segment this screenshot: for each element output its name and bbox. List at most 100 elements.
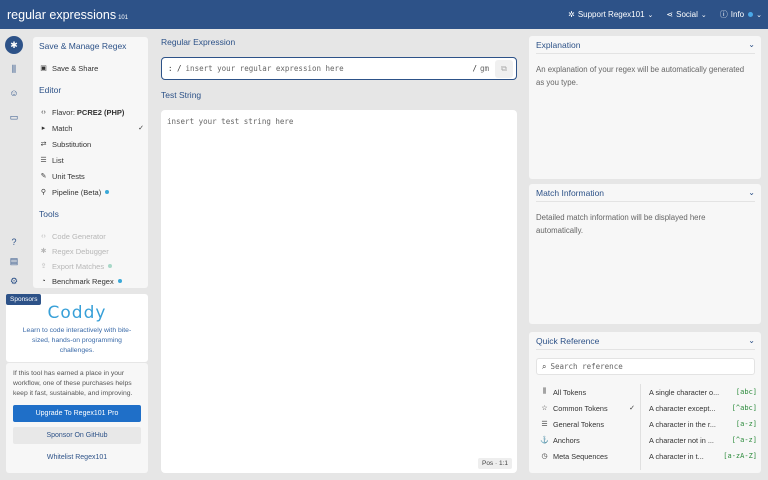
qr-category-label: Common Tokens (553, 403, 608, 413)
user-icon[interactable]: ☺ (5, 84, 23, 102)
sidebar-item-match[interactable]: ▸ Match ✓ (39, 121, 144, 135)
asterisk-icon[interactable]: ✱ (5, 36, 23, 54)
qr-token-row[interactable]: A character in t... [a-zA-Z] (649, 449, 757, 463)
test-string-input[interactable] (167, 117, 507, 457)
benchmark-label: Benchmark Regex (52, 276, 114, 286)
support-label: Support Regex101 (577, 10, 645, 19)
regex-debugger-label: Regex Debugger (52, 246, 109, 256)
info-button[interactable]: ⓘ Info ⌄ (720, 9, 762, 20)
qr-token-row[interactable]: A character except... [^abc] (649, 401, 757, 415)
sponsor-text: Learn to code interactively with bite-si… (22, 327, 132, 354)
tools-title: Tools (39, 209, 59, 219)
tool-benchmark-regex[interactable]: ◔ Benchmark Regex (39, 274, 144, 288)
token-code: [abc] (735, 388, 757, 396)
anchor-icon: ⚓ (540, 437, 549, 444)
qr-category-general-tokens[interactable]: ☰ General Tokens (540, 417, 635, 431)
keyboard-icon[interactable]: ▭ (5, 108, 23, 126)
export-matches-label: Export Matches (52, 261, 105, 271)
new-dot (108, 264, 113, 268)
gear-icon: ✲ (568, 10, 575, 19)
help-icon[interactable]: ? (5, 233, 23, 251)
regex-label: Regular Expression (161, 37, 236, 47)
quick-reference-header[interactable]: Quick Reference ⌄ (536, 332, 755, 350)
code-generator-label: Code Generator (52, 231, 106, 241)
match-info-header[interactable]: Match Information ⌄ (536, 184, 755, 202)
regex-flags[interactable]: gm (480, 64, 489, 73)
flavor-label: Flavor: (52, 107, 75, 117)
qr-category-meta-sequences[interactable]: ◷ Meta Sequences (540, 449, 635, 463)
match-label: Match (52, 123, 73, 133)
regex-editor: : / / gm ⧉ (161, 57, 517, 80)
sidebar-item-list[interactable]: ☰ List (39, 153, 144, 167)
export-icon: ⇪ (40, 263, 47, 270)
check-icon: ✓ (629, 405, 635, 412)
position-badge: Pos · 1:1 (477, 458, 512, 469)
explanation-title: Explanation (536, 39, 581, 50)
sponsor-github-button[interactable]: Sponsor On GitHub (13, 427, 141, 444)
brand-logo[interactable]: regular expressions 101 (7, 8, 128, 22)
chevron-down-icon: ⌄ (700, 11, 707, 19)
test-string-label: Test String (161, 90, 202, 100)
chevron-down-icon: ⌄ (748, 336, 755, 345)
qr-category-all-tokens[interactable]: ⫼ All Tokens (540, 385, 635, 399)
whitelist-button[interactable]: Whitelist Regex101 (13, 449, 141, 466)
chevron-down-icon: ⌄ (748, 188, 755, 197)
sidebar-item-substitution[interactable]: ⇄ Substitution (39, 137, 144, 151)
coddy-logo: Coddy (47, 303, 107, 323)
social-label: Social (676, 10, 698, 19)
upgrade-pro-button[interactable]: Upgrade To Regex101 Pro (13, 405, 141, 422)
library-icon[interactable]: ⫼ (5, 60, 23, 78)
code-icon: ‹› (41, 232, 46, 240)
benchmark-icon: ◔ (41, 277, 46, 285)
new-dot (105, 190, 110, 194)
save-share-button[interactable]: ▣ Save & Share (39, 61, 144, 75)
explanation-header[interactable]: Explanation ⌄ (536, 36, 755, 54)
copy-icon[interactable]: ⧉ (495, 59, 513, 78)
token-description: A character not in ... (649, 435, 714, 445)
unit-tests-label: Unit Tests (52, 171, 85, 181)
token-description: A single character o... (649, 387, 720, 397)
qr-category-label: All Tokens (553, 387, 587, 397)
info-icon: ⓘ (719, 10, 728, 19)
quick-reference-title: Quick Reference (536, 335, 600, 346)
support-regex101-button[interactable]: ✲ Support Regex101 ⌄ (568, 10, 653, 19)
qr-token-row[interactable]: A single character o... [abc] (649, 385, 757, 399)
flavor-value: PCRE2 (PHP) (76, 107, 125, 117)
sidebar-item-unit-tests[interactable]: ✎ Unit Tests (39, 169, 144, 183)
message-icon[interactable]: ▤ (5, 252, 23, 270)
tool-regex-debugger[interactable]: ✱ Regex Debugger (39, 244, 144, 258)
chevron-down-icon: ⌄ (756, 11, 762, 19)
top-bar: regular expressions 101 ✲ Support Regex1… (0, 0, 768, 29)
tool-code-generator[interactable]: ‹› Code Generator (39, 229, 144, 243)
sidebar-item-pipeline[interactable]: ⚲ Pipeline (Beta) (39, 185, 144, 199)
social-button[interactable]: ⋖ Social ⌄ (666, 10, 706, 19)
pipeline-label: Pipeline (Beta) (52, 187, 102, 197)
flavor-selector[interactable]: ‹› Flavor: PCRE2 (PHP) (39, 105, 144, 119)
reference-search-input[interactable] (550, 362, 741, 371)
list-icon: ☰ (40, 157, 47, 164)
qr-category-common-tokens[interactable]: ☆ Common Tokens ✓ (540, 401, 635, 415)
share-icon: ⋖ (666, 10, 674, 19)
tool-export-matches[interactable]: ⇪ Export Matches (39, 259, 144, 273)
token-code: [a-z] (735, 420, 757, 428)
qr-category-anchors[interactable]: ⚓ Anchors (540, 433, 635, 447)
settings-icon[interactable]: ⚙ (5, 272, 23, 290)
token-description: A character except... (649, 403, 716, 413)
reference-search: ⌕ (536, 358, 755, 375)
regex-input[interactable] (185, 64, 466, 73)
info-label: Info (730, 10, 745, 19)
qr-token-row[interactable]: A character in the r... [a-z] (649, 417, 757, 431)
list-icon: ☰ (541, 421, 548, 428)
flask-icon: ✎ (40, 173, 47, 180)
support-box: If this tool has earned a place in your … (6, 363, 148, 473)
regex-prefix: : / (168, 64, 182, 73)
qr-category-label: General Tokens (553, 419, 604, 429)
brand-name: regular expressions (7, 7, 117, 22)
substitution-label: Substitution (52, 139, 92, 149)
qr-category-label: Meta Sequences (553, 451, 608, 461)
explanation-panel: Explanation ⌄ An explanation of your reg… (529, 36, 761, 179)
qr-token-row[interactable]: A character not in ... [^a-z] (649, 433, 757, 447)
save-share-label: Save & Share (52, 63, 99, 73)
new-dot (117, 279, 122, 283)
save-manage-title: Save & Manage Regex (39, 41, 127, 51)
